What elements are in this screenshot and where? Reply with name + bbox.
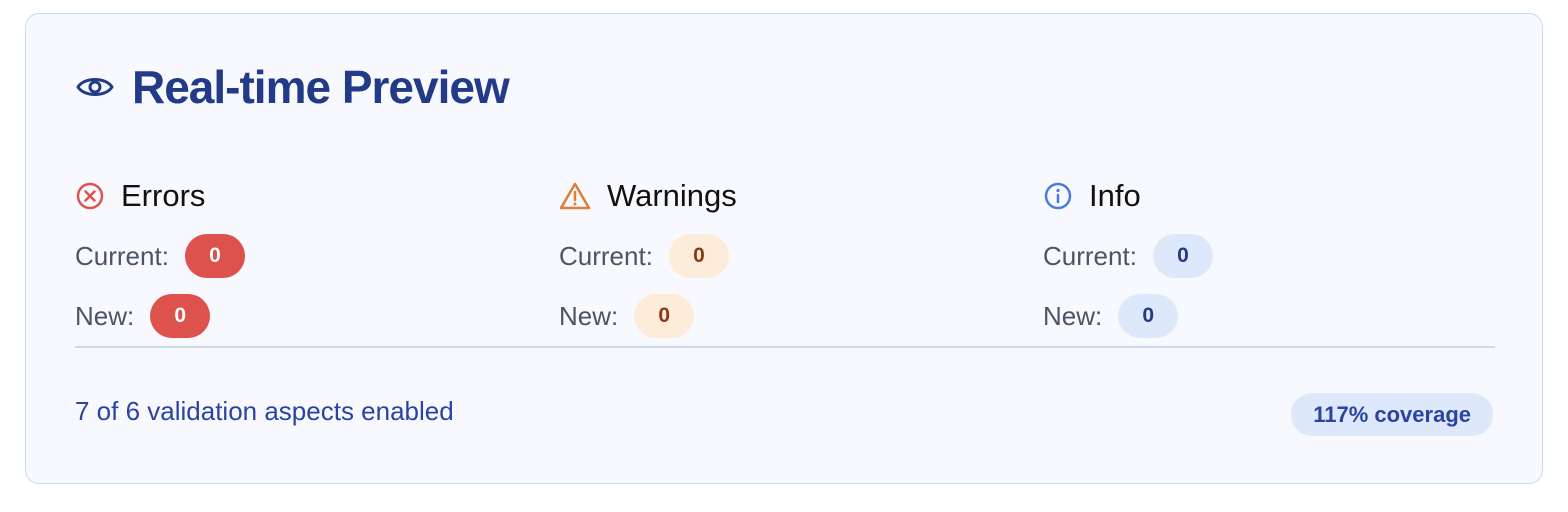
- errors-current-row: Current: 0: [75, 234, 515, 278]
- errors-new-label: New:: [75, 300, 135, 331]
- info-current-count: 0: [1152, 234, 1213, 278]
- coverage-badge: 117% coverage: [1291, 393, 1493, 436]
- info-new-label: New:: [1043, 300, 1103, 331]
- validation-summary: 7 of 6 validation aspects enabled: [75, 396, 454, 426]
- info-new-row: New: 0: [1043, 294, 1483, 338]
- divider: [75, 346, 1495, 348]
- errors-header: Errors: [75, 174, 515, 218]
- info-current-label: Current:: [1043, 240, 1137, 271]
- warnings-new-label: New:: [559, 300, 619, 331]
- errors-current-label: Current:: [75, 240, 169, 271]
- card-header: Real-time Preview: [76, 61, 510, 113]
- info-section: Info Current: 0 New: 0: [1043, 174, 1483, 338]
- errors-title: Errors: [121, 178, 206, 213]
- warnings-new-count: 0: [634, 294, 695, 338]
- warnings-header: Warnings: [559, 174, 999, 218]
- eye-icon: [76, 72, 114, 102]
- warnings-title: Warnings: [607, 178, 737, 213]
- page-title: Real-time Preview: [132, 61, 510, 113]
- realtime-preview-card: Real-time Preview Errors Current: 0 New:…: [25, 13, 1543, 484]
- warnings-current-count: 0: [668, 234, 729, 278]
- errors-new-count: 0: [150, 294, 211, 338]
- errors-current-count: 0: [184, 234, 245, 278]
- warnings-current-row: Current: 0: [559, 234, 999, 278]
- warnings-new-row: New: 0: [559, 294, 999, 338]
- warnings-section: Warnings Current: 0 New: 0: [559, 174, 999, 338]
- info-circle-icon: [1043, 181, 1073, 211]
- warnings-current-label: Current:: [559, 240, 653, 271]
- info-title: Info: [1089, 178, 1141, 213]
- info-current-row: Current: 0: [1043, 234, 1483, 278]
- info-new-count: 0: [1118, 294, 1179, 338]
- errors-section: Errors Current: 0 New: 0: [75, 174, 515, 338]
- errors-new-row: New: 0: [75, 294, 515, 338]
- x-circle-icon: [75, 181, 105, 211]
- info-header: Info: [1043, 174, 1483, 218]
- warning-triangle-icon: [559, 181, 591, 211]
